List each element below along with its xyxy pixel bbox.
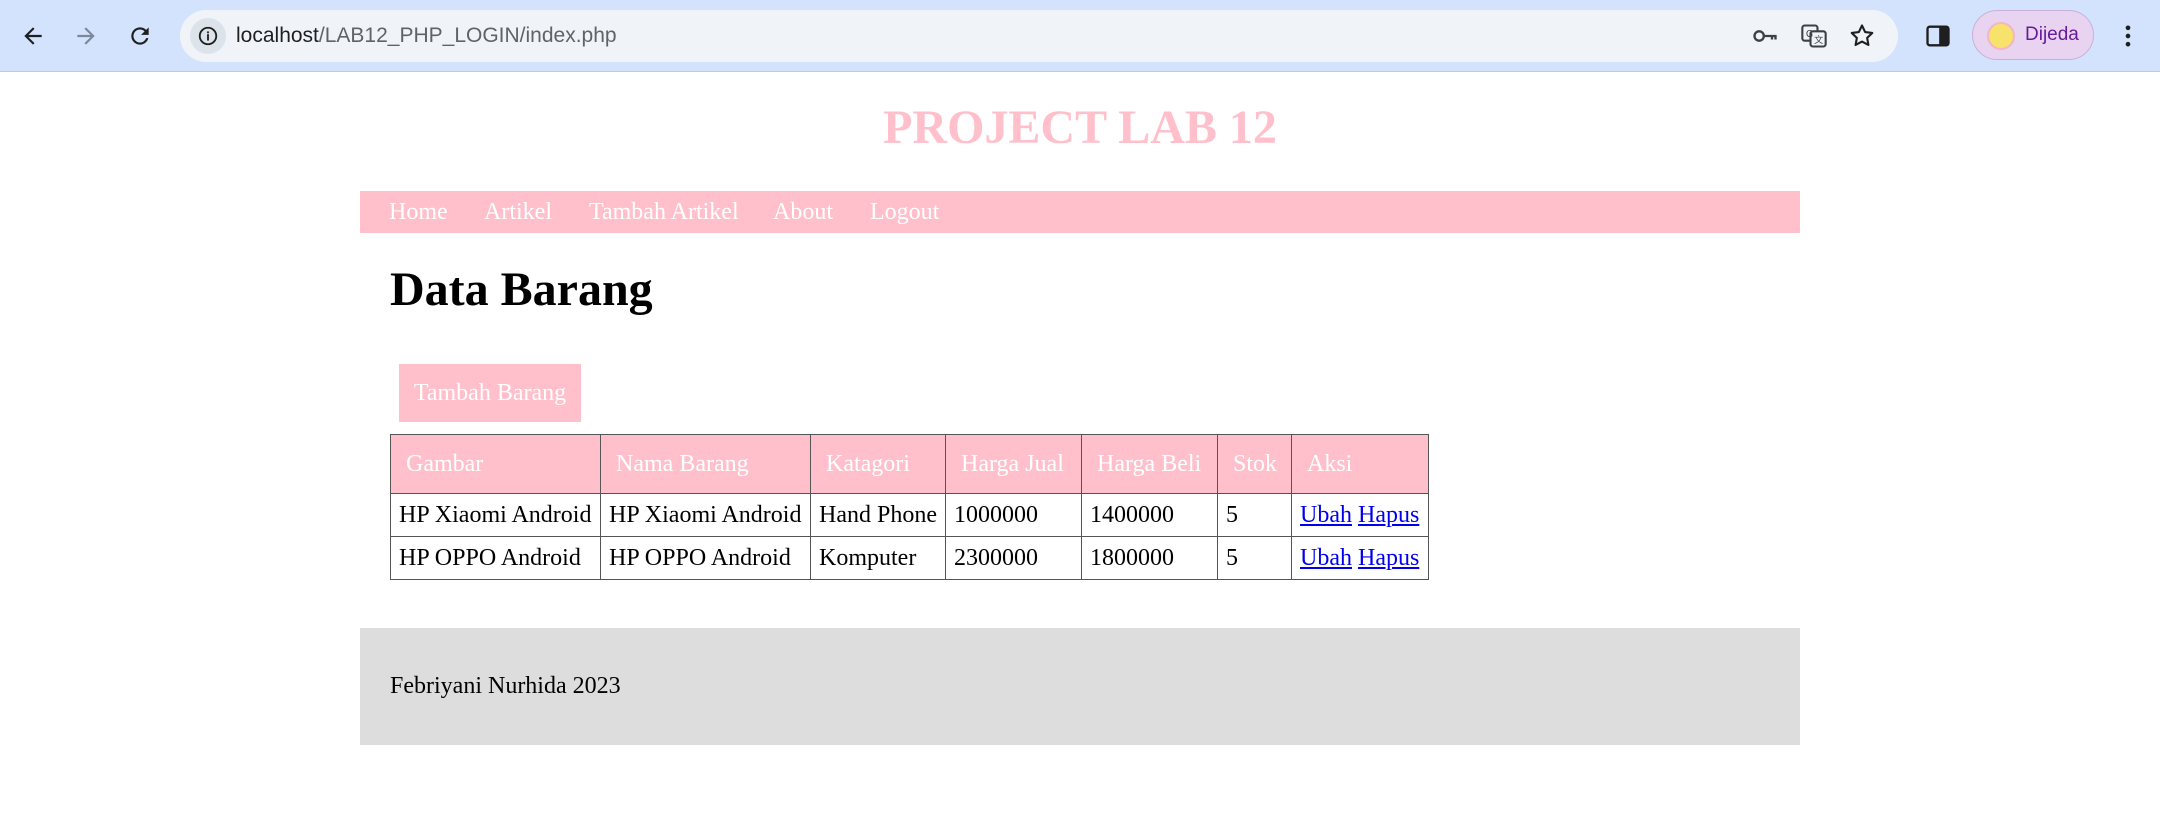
translate-icon[interactable]: G文 [1800, 22, 1828, 50]
reload-button[interactable] [121, 17, 159, 55]
edit-link[interactable]: Ubah [1300, 545, 1352, 571]
url-host: localhost [236, 24, 319, 47]
cell-katagori: Hand Phone [810, 493, 946, 537]
cell-harga-jual: 1000000 [945, 493, 1082, 537]
column-header-aksi: Aksi [1291, 434, 1429, 494]
table-header-row: Gambar Nama Barang Katagori Harga Jual H… [390, 434, 1429, 494]
column-header-nama-barang: Nama Barang [600, 434, 811, 494]
column-header-harga-beli: Harga Beli [1081, 434, 1218, 494]
site-title: PROJECT LAB 12 [883, 101, 1277, 154]
profile-name: Dijeda [2025, 24, 2079, 45]
cell-nama-barang: HP OPPO Android [600, 536, 811, 580]
reload-icon [131, 27, 149, 45]
bookmark-star-icon[interactable] [1848, 22, 1876, 50]
nav-link-about[interactable]: About [773, 191, 833, 233]
address-bar[interactable]: localhost/LAB12_PHP_LOGIN/index.php G文 [180, 10, 1898, 62]
browser-toolbar: localhost/LAB12_PHP_LOGIN/index.php G文 D… [0, 0, 2160, 72]
side-panel-icon[interactable] [1924, 22, 1952, 50]
cell-harga-jual: 2300000 [945, 536, 1082, 580]
nav-link-artikel[interactable]: Artikel [484, 191, 552, 233]
column-header-katagori: Katagori [810, 434, 946, 494]
key-icon[interactable] [1751, 22, 1779, 50]
nav-link-home[interactable]: Home [389, 191, 448, 233]
url-text[interactable]: localhost/LAB12_PHP_LOGIN/index.php [236, 10, 617, 62]
arrow-right-icon [77, 27, 95, 45]
items-table: Gambar Nama Barang Katagori Harga Jual H… [390, 434, 1429, 580]
table-row: HP OPPO Android HP OPPO Android Komputer… [390, 536, 1429, 580]
svg-text:G: G [1806, 29, 1813, 40]
cell-gambar: HP Xiaomi Android [390, 493, 601, 537]
cell-harga-beli: 1800000 [1081, 536, 1218, 580]
cell-stok: 5 [1217, 536, 1292, 580]
more-menu-icon[interactable] [2114, 22, 2142, 50]
arrow-left-icon [24, 27, 42, 45]
main-nav: Home Artikel Tambah Artikel About Logout [360, 191, 1800, 233]
svg-text:文: 文 [1814, 34, 1823, 46]
cell-nama-barang: HP Xiaomi Android [600, 493, 811, 537]
cell-aksi: Ubah Hapus [1291, 536, 1429, 580]
nav-link-tambah-artikel[interactable]: Tambah Artikel [589, 191, 739, 233]
delete-link[interactable]: Hapus [1358, 502, 1419, 528]
delete-link[interactable]: Hapus [1358, 545, 1419, 571]
column-header-gambar: Gambar [390, 434, 601, 494]
table-row: HP Xiaomi Android HP Xiaomi Android Hand… [390, 493, 1429, 537]
cell-stok: 5 [1217, 493, 1292, 537]
profile-button[interactable]: Dijeda [1972, 10, 2094, 60]
url-path: /LAB12_PHP_LOGIN/index.php [318, 24, 617, 47]
edit-link[interactable]: Ubah [1300, 502, 1352, 528]
avatar [1987, 22, 2015, 50]
page-footer: Febriyani Nurhida 2023 [360, 628, 1800, 745]
column-header-harga-jual: Harga Jual [945, 434, 1082, 494]
forward-button[interactable] [67, 17, 105, 55]
footer-text: Febriyani Nurhida 2023 [390, 673, 621, 699]
cell-gambar: HP OPPO Android [390, 536, 601, 580]
cell-harga-beli: 1400000 [1081, 493, 1218, 537]
cell-katagori: Komputer [810, 536, 946, 580]
page-heading: Data Barang [390, 263, 653, 316]
back-button[interactable] [14, 17, 52, 55]
cell-aksi: Ubah Hapus [1291, 493, 1429, 537]
column-header-stok: Stok [1217, 434, 1292, 494]
site-info-icon[interactable] [190, 18, 226, 54]
nav-link-logout[interactable]: Logout [870, 191, 939, 233]
add-item-button[interactable]: Tambah Barang [399, 364, 581, 422]
